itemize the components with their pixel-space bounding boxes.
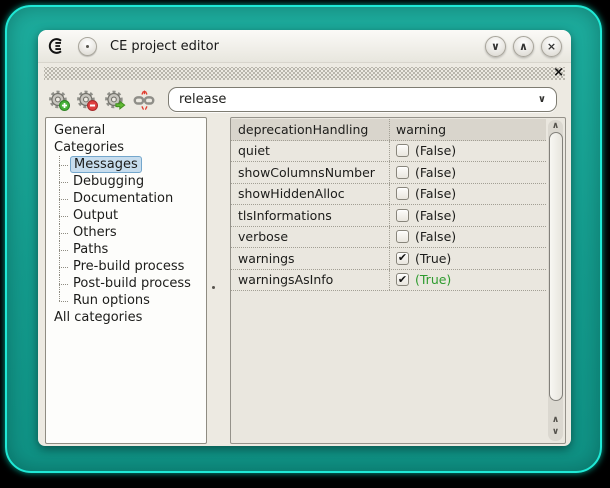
window-controls: ∨ ∧ ×	[485, 36, 562, 57]
scroll-up-icon[interactable]: ∧	[548, 416, 563, 425]
checkbox-checked[interactable]: ✔	[396, 252, 409, 265]
window-frame: CE project editor ∨ ∧ × ×	[5, 5, 602, 473]
scrollbar-thumb[interactable]	[549, 132, 563, 401]
titlebar[interactable]: CE project editor ∨ ∧ ×	[38, 30, 571, 63]
checkbox-unchecked[interactable]	[396, 166, 409, 179]
property-value: (False)	[415, 165, 456, 180]
panel-splitter[interactable]	[207, 117, 230, 444]
close-button[interactable]: ×	[541, 36, 562, 57]
property-value: (False)	[415, 186, 456, 201]
build-target-select[interactable]: release ∨	[168, 87, 557, 112]
gear-plus-icon	[48, 89, 70, 111]
property-value: (True)	[415, 251, 451, 266]
property-row-tlsInformations[interactable]: tlsInformations (False)	[231, 205, 546, 227]
check-icon: ✔	[398, 274, 407, 285]
window-menu-button[interactable]	[78, 37, 97, 56]
categories-tree: General Categories Messages Debugging Do…	[45, 117, 207, 444]
tree-item-others[interactable]: Others	[46, 224, 206, 241]
checkbox-unchecked[interactable]	[396, 209, 409, 222]
chevron-up-icon: ∧	[519, 41, 528, 52]
property-row-showColumnsNumber[interactable]: showColumnsNumber (False)	[231, 162, 546, 184]
build-target-value: release	[179, 92, 226, 107]
tree-item-run-options[interactable]: Run options	[46, 292, 206, 309]
checkbox-unchecked[interactable]	[396, 230, 409, 243]
scroll-up-icon[interactable]: ∧	[548, 122, 563, 131]
checkbox-unchecked[interactable]	[396, 144, 409, 157]
app-icon	[47, 36, 67, 56]
property-row-verbose[interactable]: verbose (False)	[231, 227, 546, 249]
dot-icon	[86, 45, 89, 48]
property-value: (False)	[415, 229, 456, 244]
tree-item-general[interactable]: General	[46, 122, 206, 139]
property-value: (True)	[415, 272, 451, 287]
property-row-quiet[interactable]: quiet (False)	[231, 141, 546, 163]
tree-item-debugging[interactable]: Debugging	[46, 173, 206, 190]
gear-minus-icon	[76, 89, 98, 111]
properties-rows: deprecationHandling warning quiet (False…	[231, 119, 546, 291]
property-value: (False)	[415, 143, 456, 158]
ce-project-editor-window: CE project editor ∨ ∧ × ×	[38, 30, 571, 446]
splitter-handle-icon	[212, 286, 215, 289]
scroll-down-icon[interactable]: ∨	[548, 428, 563, 437]
close-icon: ×	[553, 65, 564, 80]
property-value: (False)	[415, 208, 456, 223]
toolbar-grip[interactable]: ×	[44, 67, 565, 80]
maximize-button[interactable]: ∧	[513, 36, 534, 57]
tree-item-all-categories[interactable]: All categories	[46, 309, 206, 326]
tree-item-pre-build-process[interactable]: Pre-build process	[46, 258, 206, 275]
tree-item-output[interactable]: Output	[46, 207, 206, 224]
tree-item-categories[interactable]: Categories	[46, 139, 206, 156]
check-icon: ✔	[398, 252, 407, 263]
property-row-showHiddenAlloc[interactable]: showHiddenAlloc (False)	[231, 184, 546, 206]
checkbox-checked[interactable]: ✔	[396, 273, 409, 286]
checkbox-unchecked[interactable]	[396, 187, 409, 200]
chevron-down-icon: ∨	[491, 41, 500, 52]
add-target-button[interactable]	[46, 87, 72, 113]
remove-target-button[interactable]	[74, 87, 100, 113]
tree-item-messages[interactable]: Messages	[46, 156, 206, 173]
property-row-warnings[interactable]: warnings ✔ (True)	[231, 248, 546, 270]
property-row-deprecationHandling[interactable]: deprecationHandling warning	[231, 119, 546, 141]
vertical-scrollbar[interactable]: ∧ ∧ ∨	[548, 120, 563, 441]
toolbar-close-button[interactable]: ×	[553, 65, 564, 81]
properties-panel: deprecationHandling warning quiet (False…	[230, 117, 566, 444]
desktop-background: { "icons": { "check": "✔", "chevron_down…	[0, 0, 610, 488]
tree-item-post-build-process[interactable]: Post-build process	[46, 275, 206, 292]
close-icon: ×	[547, 41, 556, 52]
window-title: CE project editor	[110, 39, 219, 54]
minimize-button[interactable]: ∨	[485, 36, 506, 57]
tree-item-paths[interactable]: Paths	[46, 241, 206, 258]
property-value: warning	[396, 122, 446, 137]
unlink-icon	[133, 89, 155, 111]
property-row-warningsAsInfo[interactable]: warningsAsInfo ✔ (True)	[231, 270, 546, 292]
copy-target-button[interactable]	[102, 87, 128, 113]
tree-item-documentation[interactable]: Documentation	[46, 190, 206, 207]
gear-arrow-right-icon	[104, 89, 126, 111]
chevron-down-icon: ∨	[538, 94, 546, 105]
unlink-target-button[interactable]	[131, 87, 157, 113]
